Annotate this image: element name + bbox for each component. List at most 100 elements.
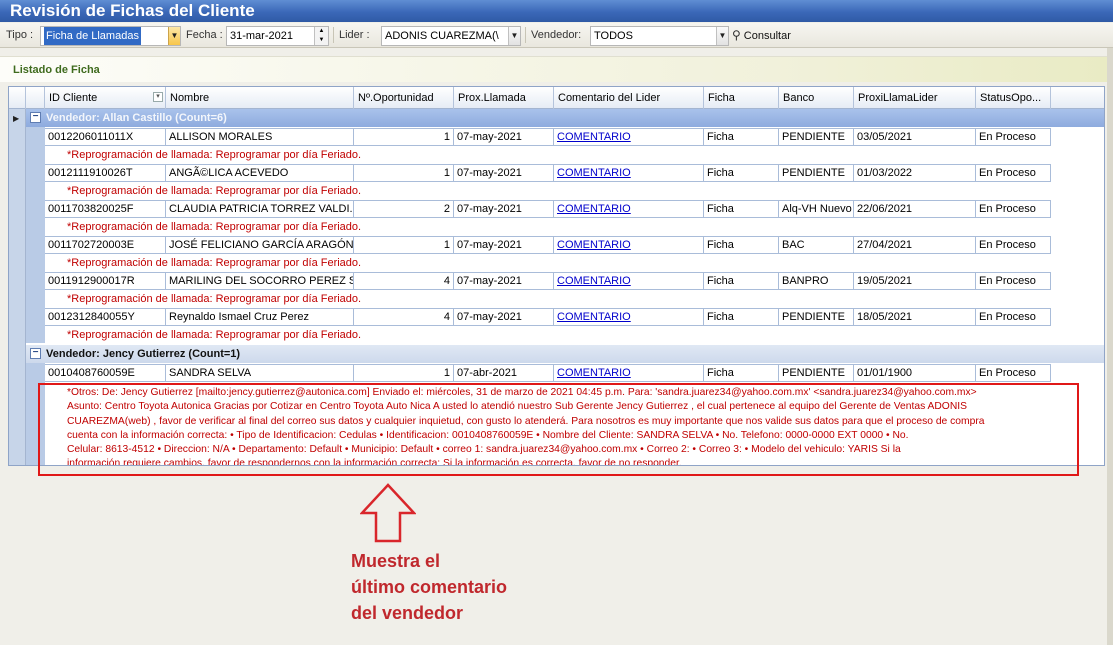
lider-select[interactable]: ADONIS CUAREZMA(\ ▼ bbox=[381, 26, 521, 46]
date-spinner[interactable]: ▲ ▼ bbox=[314, 27, 328, 45]
cell-status: En Proceso bbox=[976, 237, 1051, 254]
cell-nombre: JOSÉ FELICIANO GARCÍA ARAGÓN bbox=[166, 237, 354, 254]
row-preview-comment: *Reprogramación de llamada: Reprogramar … bbox=[67, 329, 362, 341]
column-header-banco[interactable]: Banco bbox=[779, 87, 854, 109]
chevron-down-icon[interactable]: ▼ bbox=[716, 27, 728, 45]
cell-banco: PENDIENTE bbox=[779, 365, 854, 382]
cell-banco: BANPRO bbox=[779, 273, 854, 290]
cell-prox-llamada: 07-may-2021 bbox=[454, 201, 554, 218]
group-row-jency-gutierrez[interactable]: − Vendedor: Jency Gutierrez (Count=1) bbox=[26, 345, 1104, 363]
column-header-prox-llamada[interactable]: Prox.Llamada bbox=[454, 87, 554, 109]
group-label: Vendedor: Jency Gutierrez (Count=1) bbox=[46, 348, 241, 360]
table-row[interactable]: 0011702720003E JOSÉ FELICIANO GARCÍA ARAG… bbox=[45, 236, 1051, 254]
spin-up-icon[interactable]: ▲ bbox=[315, 27, 328, 36]
tipo-select[interactable]: Ficha de Llamadas ▼ bbox=[40, 26, 181, 46]
filter-toolbar: Tipo : Ficha de Llamadas ▼ Fecha : 31-ma… bbox=[0, 23, 1113, 48]
cell-id-cliente: 0012206011011X bbox=[45, 129, 166, 146]
group-label: Vendedor: Allan Castillo (Count=6) bbox=[46, 112, 227, 124]
cell-id-cliente: 0011912900017R bbox=[45, 273, 166, 290]
cell-prox-llamada: 07-may-2021 bbox=[454, 309, 554, 326]
column-header-id-cliente[interactable]: ID Cliente ▾ bbox=[45, 87, 166, 109]
cell-banco: PENDIENTE bbox=[779, 309, 854, 326]
row-preview-comment: *Reprogramación de llamada: Reprogramar … bbox=[67, 293, 362, 305]
vendedor-label: Vendedor: bbox=[531, 29, 582, 41]
table-row[interactable]: 0011703820025F CLAUDIA PATRICIA TORREZ VA… bbox=[45, 200, 1051, 218]
cell-nombre: ANGÃ©LICA ACEVEDO bbox=[166, 165, 354, 182]
collapse-icon[interactable]: − bbox=[30, 112, 41, 123]
table-row[interactable]: 0012111910026T ANGÃ©LICA ACEVEDO 1 07-may-2… bbox=[45, 164, 1051, 182]
comentario-link[interactable]: COMENTARIO bbox=[557, 167, 631, 179]
cell-status: En Proceso bbox=[976, 201, 1051, 218]
cell-oportunidad: 1 bbox=[354, 237, 454, 254]
vendedor-select[interactable]: TODOS ▼ bbox=[590, 26, 729, 46]
cell-ficha: Ficha bbox=[704, 201, 779, 218]
current-row-arrow-icon: ▶ bbox=[13, 114, 20, 123]
cell-oportunidad: 2 bbox=[354, 201, 454, 218]
cell-id-cliente: 0012111910026T bbox=[45, 165, 166, 182]
cell-nombre: MARILING DEL SOCORRO PEREZ S... bbox=[166, 273, 354, 290]
table-row[interactable]: 0011912900017R MARILING DEL SOCORRO PEREZ… bbox=[45, 272, 1051, 290]
annotation-line: del vendedor bbox=[351, 603, 464, 623]
cell-comentario: COMENTARIO bbox=[554, 165, 704, 182]
cell-oportunidad: 1 bbox=[354, 129, 454, 146]
table-row[interactable]: 0010408760059E SANDRA SELVA 1 07-abr-202… bbox=[45, 364, 1051, 382]
chevron-down-icon[interactable]: ▼ bbox=[508, 27, 520, 45]
column-header-proxi-lider[interactable]: ProxiLlamaLider bbox=[854, 87, 976, 109]
group-indent bbox=[26, 127, 45, 343]
comentario-link[interactable]: COMENTARIO bbox=[557, 311, 631, 323]
annotation-line: Muestra el bbox=[351, 551, 441, 571]
comentario-link[interactable]: COMENTARIO bbox=[557, 239, 631, 251]
cell-ficha: Ficha bbox=[704, 365, 779, 382]
column-header-ficha[interactable]: Ficha bbox=[704, 87, 779, 109]
column-header-nombre[interactable]: Nombre bbox=[166, 87, 354, 109]
cell-ficha: Ficha bbox=[704, 165, 779, 182]
highlight-box bbox=[38, 383, 1079, 476]
cell-prox-llamada: 07-may-2021 bbox=[454, 165, 554, 182]
cell-proxi-lider: 01/03/2022 bbox=[854, 165, 976, 182]
cell-banco: PENDIENTE bbox=[779, 129, 854, 146]
table-row[interactable]: 0012312840055Y Reynaldo Ismael Cruz Perez… bbox=[45, 308, 1051, 326]
cell-status: En Proceso bbox=[976, 365, 1051, 382]
cell-comentario: COMENTARIO bbox=[554, 237, 704, 254]
fecha-value: 31-mar-2021 bbox=[230, 30, 293, 42]
table-row[interactable]: 0012206011011X ALLISON MORALES 1 07-may-202… bbox=[45, 128, 1051, 146]
comentario-link[interactable]: COMENTARIO bbox=[557, 203, 631, 215]
cell-status: En Proceso bbox=[976, 129, 1051, 146]
cell-status: En Proceso bbox=[976, 273, 1051, 290]
annotation-line: último comentario bbox=[351, 577, 508, 597]
comentario-link[interactable]: COMENTARIO bbox=[557, 131, 631, 143]
cell-proxi-lider: 03/05/2021 bbox=[854, 129, 976, 146]
panel-title: Listado de Ficha bbox=[0, 56, 1107, 82]
cell-oportunidad: 1 bbox=[354, 365, 454, 382]
column-header-status[interactable]: StatusOpo... bbox=[976, 87, 1051, 109]
comentario-link[interactable]: COMENTARIO bbox=[557, 367, 631, 379]
group-row-allan-castillo[interactable]: − Vendedor: Allan Castillo (Count=6) bbox=[26, 109, 1104, 127]
comentario-link[interactable]: COMENTARIO bbox=[557, 275, 631, 287]
tipo-value: Ficha de Llamadas bbox=[44, 27, 141, 45]
cell-comentario: COMENTARIO bbox=[554, 129, 704, 146]
column-header-oportunidad[interactable]: Nº.Oportunidad bbox=[354, 87, 454, 109]
toolbar-separator bbox=[525, 27, 526, 43]
spin-down-icon[interactable]: ▼ bbox=[315, 36, 328, 45]
cell-nombre: CLAUDIA PATRICIA TORREZ VALDI... bbox=[166, 201, 354, 218]
grid-column-header: ID Cliente ▾ Nombre Nº.Oportunidad Prox.L… bbox=[9, 87, 1104, 109]
lider-label: Lider : bbox=[339, 29, 370, 41]
row-preview-comment: *Reprogramación de llamada: Reprogramar … bbox=[67, 257, 362, 269]
row-preview-comment: *Reprogramación de llamada: Reprogramar … bbox=[67, 149, 362, 161]
row-indicator-column: ▶ bbox=[9, 109, 26, 465]
cell-ficha: Ficha bbox=[704, 237, 779, 254]
cell-banco: Alq-VH Nuevo bbox=[779, 201, 854, 218]
binoculars-icon: ⚲ bbox=[732, 28, 741, 42]
filter-icon[interactable]: ▾ bbox=[153, 92, 163, 102]
window-border bbox=[1107, 48, 1113, 645]
collapse-icon[interactable]: − bbox=[30, 348, 41, 359]
fecha-date-picker[interactable]: 31-mar-2021 ▲ ▼ bbox=[226, 26, 329, 46]
consultar-button[interactable]: ⚲ Consultar bbox=[732, 27, 791, 44]
cell-comentario: COMENTARIO bbox=[554, 309, 704, 326]
row-preview-comment: *Reprogramación de llamada: Reprogramar … bbox=[67, 221, 362, 233]
cell-oportunidad: 1 bbox=[354, 165, 454, 182]
column-header-comentario[interactable]: Comentario del Lider bbox=[554, 87, 704, 109]
cell-proxi-lider: 22/06/2021 bbox=[854, 201, 976, 218]
chevron-down-icon[interactable]: ▼ bbox=[168, 27, 180, 45]
cell-comentario: COMENTARIO bbox=[554, 273, 704, 290]
